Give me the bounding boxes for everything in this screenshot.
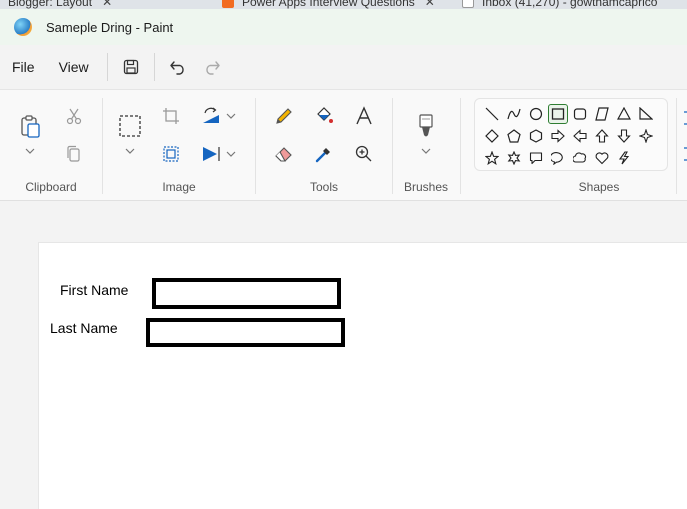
first-name-box [152,278,341,309]
workspace: First Name Last Name [0,201,687,509]
outline-button[interactable] [678,104,687,132]
eraser-tool[interactable] [270,140,298,168]
cut-button[interactable] [60,102,88,130]
color-picker-tool[interactable] [310,140,338,168]
chevron-down-icon[interactable] [24,145,36,157]
view-menu[interactable]: View [47,52,101,82]
magnifier-tool[interactable] [350,140,378,168]
ribbon: Clipboard Image Tools Brushes Shapes [0,89,687,201]
brush-icon [419,114,433,137]
close-icon[interactable]: ✕ [102,0,112,9]
pencil-tool[interactable] [270,102,298,130]
chevron-down-icon[interactable] [225,110,237,122]
drawing-canvas[interactable]: First Name Last Name [38,242,687,509]
text-tool[interactable] [350,102,378,130]
blogger-icon [222,0,234,8]
text-icon [356,106,372,125]
menu-divider [153,53,155,81]
chevron-down-icon[interactable] [124,145,136,157]
browser-tab-title: Blogger: Layout [8,0,93,9]
group-divider [676,98,677,194]
menu-divider [106,53,108,81]
clipboard-group-label: Clipboard [25,180,77,194]
menu-bar: File View [0,45,687,89]
browser-tab-strip: Blogger: Layout ✕ Power Apps Interview Q… [0,0,687,9]
redo-button[interactable] [198,53,226,81]
brushes-group-label: Brushes [403,180,449,194]
copy-icon [67,145,80,162]
fill-button[interactable] [678,140,687,168]
rotate-icon [203,107,219,123]
pencil-icon [276,108,292,124]
eraser-icon [275,147,292,162]
brushes-button[interactable] [412,112,440,140]
chevron-down-icon[interactable] [420,145,432,157]
group-divider [460,98,461,194]
eyedropper-icon [315,148,330,163]
file-menu[interactable]: File [0,52,47,82]
image-properties-button[interactable] [157,140,185,168]
paste-icon [21,115,40,138]
copy-button[interactable] [60,140,88,168]
browser-tab-blogger[interactable]: Blogger: Layout ✕ [8,0,203,9]
last-name-box [146,318,345,347]
browser-tab-title: Power Apps Interview Questions [242,0,415,9]
shapes-group-label: Shapes [578,180,620,194]
fill-icon [684,147,687,161]
paint-app-icon [14,18,32,36]
crop-icon [163,108,179,124]
first-name-label: First Name [60,282,129,298]
undo-button[interactable] [164,53,192,81]
shapes-group: Shapes [474,90,687,202]
tools-group: Tools [256,90,392,202]
outline-icon [684,111,687,125]
image-group: Image [103,90,255,202]
mail-icon [462,0,474,8]
close-icon[interactable]: ✕ [425,0,435,9]
fill-tool[interactable] [310,102,338,130]
undo-icon [169,61,184,75]
clipboard-group: Clipboard [0,90,102,202]
save-icon [123,59,138,75]
browser-tab-inbox[interactable]: Inbox (41,270) - gowthamcaprico [462,0,687,9]
redo-icon [206,61,220,75]
browser-tab-title: Inbox (41,270) - gowthamcaprico [482,0,658,9]
last-name-label: Last Name [50,320,118,336]
flip-button[interactable] [197,140,225,168]
tools-group-label: Tools [309,180,338,194]
image-group-label: Image [162,180,196,194]
browser-tab-powerapps[interactable]: Power Apps Interview Questions ✕ [222,0,447,9]
brushes-group: Brushes [393,90,459,202]
window-title: Sameple Dring - Paint [46,19,174,35]
select-button[interactable] [116,112,144,140]
rotate-button[interactable] [197,102,225,130]
scissors-icon [66,108,82,125]
paste-button[interactable] [16,112,44,140]
paint-bucket-icon [317,107,333,123]
selection-icon [119,115,141,137]
flip-icon [203,147,220,161]
chevron-down-icon[interactable] [225,148,237,160]
crop-button[interactable] [157,102,185,130]
image-resize-icon [163,146,179,162]
save-button[interactable] [117,53,145,81]
zoom-icon [355,145,372,162]
title-bar: Sameple Dring - Paint [0,9,687,45]
